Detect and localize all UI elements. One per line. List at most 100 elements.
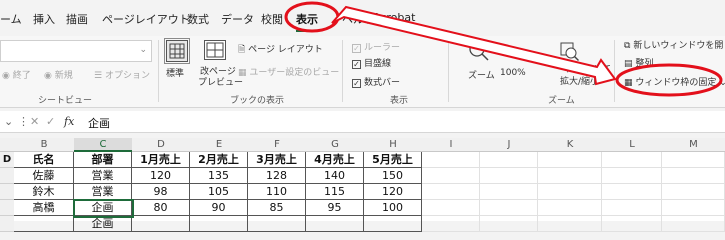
table-cell[interactable] <box>364 216 422 232</box>
empty-cell[interactable] <box>480 152 538 168</box>
column-header[interactable]: D <box>132 138 190 152</box>
table-cell[interactable]: 企画 <box>74 200 132 216</box>
row-header[interactable]: D <box>0 152 14 168</box>
table-cell[interactable]: 100 <box>364 200 422 216</box>
table-cell[interactable]: 95 <box>306 200 364 216</box>
row-header[interactable] <box>0 184 14 200</box>
empty-cell[interactable] <box>662 168 725 184</box>
table-cell[interactable]: 135 <box>190 168 248 184</box>
tab-view[interactable]: 表示 <box>296 11 318 32</box>
table-cell[interactable]: 120 <box>132 168 190 184</box>
empty-cell[interactable] <box>602 200 662 216</box>
empty-cell[interactable] <box>422 200 480 216</box>
tab-help[interactable]: ヘルプ <box>342 11 375 27</box>
sheet-view-dropdown[interactable]: ⌄ <box>0 40 152 62</box>
custom-views-button[interactable]: ▦ ユーザー設定のビュー <box>238 65 339 78</box>
gridlines-checkbox[interactable]: ✓ 目盛線 <box>352 56 391 69</box>
normal-view-icon[interactable] <box>164 38 190 64</box>
empty-cell[interactable] <box>602 152 662 168</box>
sheet-view-exit-button[interactable]: ◉ 終了 <box>2 68 31 81</box>
empty-cell[interactable] <box>480 200 538 216</box>
normal-view-button[interactable]: 標準 <box>166 66 184 79</box>
table-cell[interactable]: 128 <box>248 168 306 184</box>
table-header-cell[interactable]: 4月売上 <box>306 152 364 168</box>
column-header[interactable]: H <box>364 138 422 152</box>
column-header[interactable]: G <box>306 138 364 152</box>
empty-cell[interactable] <box>422 152 480 168</box>
table-header-cell[interactable]: 5月売上 <box>364 152 422 168</box>
empty-cell[interactable] <box>602 184 662 200</box>
column-header[interactable]: B <box>14 138 74 152</box>
row-header[interactable] <box>0 200 14 216</box>
tab-page-layout[interactable]: ページレイアウト <box>102 11 190 27</box>
zoom-to-selection-icon[interactable] <box>558 40 580 62</box>
table-cell[interactable]: 佐藤 <box>14 168 74 184</box>
table-cell[interactable] <box>132 216 190 232</box>
tab-draw[interactable]: 描画 <box>66 11 88 27</box>
empty-cell[interactable] <box>662 200 725 216</box>
row-header[interactable] <box>0 168 14 184</box>
table-cell[interactable]: 110 <box>248 184 306 200</box>
column-header[interactable]: F <box>248 138 306 152</box>
empty-cell[interactable] <box>480 216 538 232</box>
formula-bar-checkbox[interactable]: ✓ 数式バー <box>352 75 400 88</box>
table-cell[interactable] <box>306 216 364 232</box>
table-cell[interactable] <box>14 216 74 232</box>
empty-cell[interactable] <box>602 216 662 232</box>
table-cell[interactable]: 85 <box>248 200 306 216</box>
tab-insert[interactable]: 挿入 <box>33 11 55 27</box>
new-window-button[interactable]: ⧉ 新しいウィンドウを開く <box>624 38 725 51</box>
table-cell[interactable]: 80 <box>132 200 190 216</box>
table-cell[interactable]: 90 <box>190 200 248 216</box>
column-header[interactable]: J <box>480 138 538 152</box>
empty-cell[interactable] <box>538 152 602 168</box>
empty-cell[interactable] <box>480 184 538 200</box>
empty-cell[interactable] <box>662 184 725 200</box>
tab-data[interactable]: データ <box>221 11 254 27</box>
tab-home[interactable]: ーム <box>0 11 22 27</box>
empty-cell[interactable] <box>422 168 480 184</box>
table-cell[interactable]: 営業 <box>74 168 132 184</box>
column-header[interactable]: I <box>422 138 480 152</box>
empty-cell[interactable] <box>422 184 480 200</box>
table-cell[interactable]: 98 <box>132 184 190 200</box>
page-break-preview-icon[interactable] <box>204 40 226 60</box>
table-cell[interactable]: 営業 <box>74 184 132 200</box>
sheet-view-new-button[interactable]: ◉ 新規 <box>44 68 73 81</box>
empty-cell[interactable] <box>538 184 602 200</box>
empty-cell[interactable] <box>538 216 602 232</box>
table-header-cell[interactable]: 2月売上 <box>190 152 248 168</box>
table-header-cell[interactable]: 3月売上 <box>248 152 306 168</box>
tab-formulas[interactable]: 数式 <box>187 11 209 27</box>
table-header-cell[interactable]: 1月売上 <box>132 152 190 168</box>
empty-cell[interactable] <box>422 216 480 232</box>
column-header-selected[interactable]: C <box>74 138 132 152</box>
tab-acrobat[interactable]: Acrobat <box>373 11 415 24</box>
empty-cell[interactable] <box>538 200 602 216</box>
column-header[interactable]: K <box>538 138 602 152</box>
enter-icon[interactable]: ✓ <box>46 115 55 128</box>
cancel-icon[interactable]: ✕ <box>30 115 39 128</box>
arrange-all-button[interactable]: ▤ 整列 <box>624 56 653 69</box>
column-header[interactable]: E <box>190 138 248 152</box>
table-cell[interactable]: 120 <box>364 184 422 200</box>
name-box-dropdown-icon[interactable]: ⌄ <box>4 115 13 128</box>
column-header[interactable]: M <box>662 138 725 152</box>
freeze-panes-button[interactable]: ▦ ウィンドウ枠の固定 ⌄ <box>624 75 725 88</box>
zoom-button[interactable]: ズーム <box>468 68 495 81</box>
formula-input[interactable]: 企画 <box>88 115 110 131</box>
row-header[interactable] <box>0 216 14 232</box>
table-cell[interactable]: 150 <box>364 168 422 184</box>
ruler-checkbox[interactable]: ✓ ルーラー <box>352 40 400 53</box>
table-header-cell[interactable]: 氏名 <box>14 152 74 168</box>
table-header-cell[interactable]: 部署 <box>74 152 132 168</box>
sheet-view-options-button[interactable]: ☰ オプション <box>94 68 150 81</box>
table-cell[interactable]: 115 <box>306 184 364 200</box>
page-layout-button[interactable]: 🗎 ページ レイアウト <box>238 42 323 58</box>
zoom-magnifier-icon[interactable] <box>468 40 490 62</box>
zoom-100-button[interactable]: 100% <box>500 68 526 78</box>
table-cell[interactable]: 105 <box>190 184 248 200</box>
empty-cell[interactable] <box>662 152 725 168</box>
insert-function-icon[interactable]: fx <box>64 115 74 128</box>
table-cell[interactable] <box>248 216 306 232</box>
